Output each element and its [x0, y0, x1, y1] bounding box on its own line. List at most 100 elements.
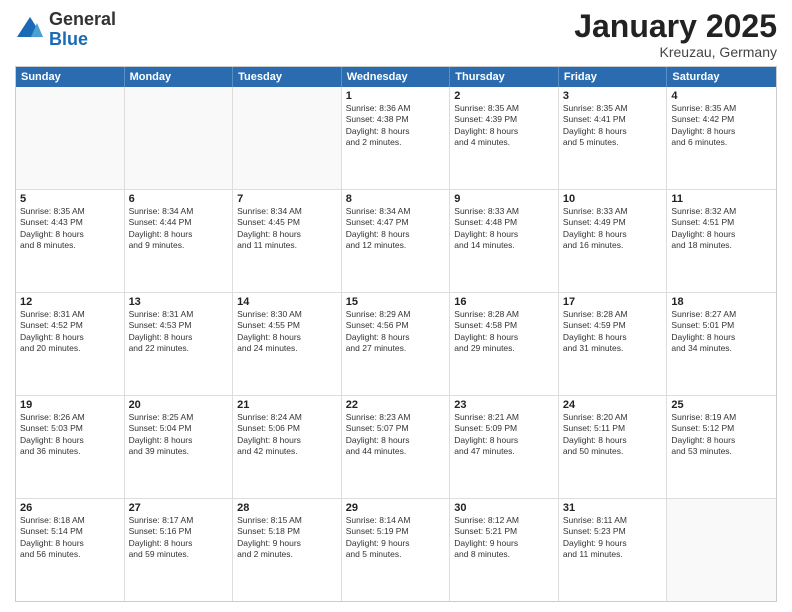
day-number: 2	[454, 90, 554, 102]
cell-content: Sunrise: 8:35 AM Sunset: 4:42 PM Dayligh…	[671, 103, 772, 149]
day-number: 1	[346, 90, 446, 102]
cell-content: Sunrise: 8:31 AM Sunset: 4:53 PM Dayligh…	[129, 309, 229, 355]
day-number: 6	[129, 193, 229, 205]
day-number: 8	[346, 193, 446, 205]
cal-cell: 18Sunrise: 8:27 AM Sunset: 5:01 PM Dayli…	[667, 293, 776, 395]
day-number: 4	[671, 90, 772, 102]
cal-cell: 10Sunrise: 8:33 AM Sunset: 4:49 PM Dayli…	[559, 190, 668, 292]
cell-content: Sunrise: 8:25 AM Sunset: 5:04 PM Dayligh…	[129, 412, 229, 458]
logo-icon	[15, 15, 45, 45]
cal-cell: 29Sunrise: 8:14 AM Sunset: 5:19 PM Dayli…	[342, 499, 451, 601]
cal-cell: 3Sunrise: 8:35 AM Sunset: 4:41 PM Daylig…	[559, 87, 668, 189]
header-day-thursday: Thursday	[450, 67, 559, 87]
cal-cell: 27Sunrise: 8:17 AM Sunset: 5:16 PM Dayli…	[125, 499, 234, 601]
cal-cell: 23Sunrise: 8:21 AM Sunset: 5:09 PM Dayli…	[450, 396, 559, 498]
cell-content: Sunrise: 8:14 AM Sunset: 5:19 PM Dayligh…	[346, 515, 446, 561]
cal-cell: 19Sunrise: 8:26 AM Sunset: 5:03 PM Dayli…	[16, 396, 125, 498]
day-number: 14	[237, 296, 337, 308]
cal-cell: 14Sunrise: 8:30 AM Sunset: 4:55 PM Dayli…	[233, 293, 342, 395]
cell-content: Sunrise: 8:18 AM Sunset: 5:14 PM Dayligh…	[20, 515, 120, 561]
title-block: January 2025 Kreuzau, Germany	[574, 10, 777, 60]
cell-content: Sunrise: 8:15 AM Sunset: 5:18 PM Dayligh…	[237, 515, 337, 561]
day-number: 25	[671, 399, 772, 411]
calendar-body: 1Sunrise: 8:36 AM Sunset: 4:38 PM Daylig…	[16, 87, 776, 601]
cell-content: Sunrise: 8:20 AM Sunset: 5:11 PM Dayligh…	[563, 412, 663, 458]
day-number: 9	[454, 193, 554, 205]
cell-content: Sunrise: 8:32 AM Sunset: 4:51 PM Dayligh…	[671, 206, 772, 252]
cell-content: Sunrise: 8:28 AM Sunset: 4:58 PM Dayligh…	[454, 309, 554, 355]
calendar: SundayMondayTuesdayWednesdayThursdayFrid…	[15, 66, 777, 602]
cell-content: Sunrise: 8:26 AM Sunset: 5:03 PM Dayligh…	[20, 412, 120, 458]
day-number: 7	[237, 193, 337, 205]
day-number: 10	[563, 193, 663, 205]
cell-content: Sunrise: 8:34 AM Sunset: 4:47 PM Dayligh…	[346, 206, 446, 252]
cell-content: Sunrise: 8:24 AM Sunset: 5:06 PM Dayligh…	[237, 412, 337, 458]
cell-content: Sunrise: 8:35 AM Sunset: 4:41 PM Dayligh…	[563, 103, 663, 149]
cell-content: Sunrise: 8:31 AM Sunset: 4:52 PM Dayligh…	[20, 309, 120, 355]
cell-content: Sunrise: 8:28 AM Sunset: 4:59 PM Dayligh…	[563, 309, 663, 355]
cell-content: Sunrise: 8:33 AM Sunset: 4:49 PM Dayligh…	[563, 206, 663, 252]
header: General Blue January 2025 Kreuzau, Germa…	[15, 10, 777, 60]
day-number: 20	[129, 399, 229, 411]
header-day-sunday: Sunday	[16, 67, 125, 87]
cal-cell: 21Sunrise: 8:24 AM Sunset: 5:06 PM Dayli…	[233, 396, 342, 498]
day-number: 13	[129, 296, 229, 308]
cell-content: Sunrise: 8:19 AM Sunset: 5:12 PM Dayligh…	[671, 412, 772, 458]
day-number: 31	[563, 502, 663, 514]
header-day-monday: Monday	[125, 67, 234, 87]
cal-cell	[125, 87, 234, 189]
cell-content: Sunrise: 8:36 AM Sunset: 4:38 PM Dayligh…	[346, 103, 446, 149]
cal-cell	[16, 87, 125, 189]
day-number: 28	[237, 502, 337, 514]
cal-cell: 2Sunrise: 8:35 AM Sunset: 4:39 PM Daylig…	[450, 87, 559, 189]
day-number: 30	[454, 502, 554, 514]
day-number: 23	[454, 399, 554, 411]
cal-cell: 24Sunrise: 8:20 AM Sunset: 5:11 PM Dayli…	[559, 396, 668, 498]
cell-content: Sunrise: 8:11 AM Sunset: 5:23 PM Dayligh…	[563, 515, 663, 561]
day-number: 3	[563, 90, 663, 102]
cal-cell: 7Sunrise: 8:34 AM Sunset: 4:45 PM Daylig…	[233, 190, 342, 292]
week-row-0: 1Sunrise: 8:36 AM Sunset: 4:38 PM Daylig…	[16, 87, 776, 190]
day-number: 5	[20, 193, 120, 205]
header-day-friday: Friday	[559, 67, 668, 87]
cal-cell: 1Sunrise: 8:36 AM Sunset: 4:38 PM Daylig…	[342, 87, 451, 189]
logo-text: General Blue	[49, 10, 116, 50]
cell-content: Sunrise: 8:35 AM Sunset: 4:43 PM Dayligh…	[20, 206, 120, 252]
page: General Blue January 2025 Kreuzau, Germa…	[0, 0, 792, 612]
day-number: 15	[346, 296, 446, 308]
cal-cell: 8Sunrise: 8:34 AM Sunset: 4:47 PM Daylig…	[342, 190, 451, 292]
logo-blue: Blue	[49, 29, 88, 49]
cal-cell: 5Sunrise: 8:35 AM Sunset: 4:43 PM Daylig…	[16, 190, 125, 292]
cal-cell: 6Sunrise: 8:34 AM Sunset: 4:44 PM Daylig…	[125, 190, 234, 292]
cell-content: Sunrise: 8:29 AM Sunset: 4:56 PM Dayligh…	[346, 309, 446, 355]
cell-content: Sunrise: 8:30 AM Sunset: 4:55 PM Dayligh…	[237, 309, 337, 355]
cal-cell	[233, 87, 342, 189]
day-number: 19	[20, 399, 120, 411]
cal-cell: 22Sunrise: 8:23 AM Sunset: 5:07 PM Dayli…	[342, 396, 451, 498]
cal-cell: 26Sunrise: 8:18 AM Sunset: 5:14 PM Dayli…	[16, 499, 125, 601]
day-number: 29	[346, 502, 446, 514]
cal-cell: 30Sunrise: 8:12 AM Sunset: 5:21 PM Dayli…	[450, 499, 559, 601]
calendar-header: SundayMondayTuesdayWednesdayThursdayFrid…	[16, 67, 776, 87]
cal-cell: 15Sunrise: 8:29 AM Sunset: 4:56 PM Dayli…	[342, 293, 451, 395]
cell-content: Sunrise: 8:35 AM Sunset: 4:39 PM Dayligh…	[454, 103, 554, 149]
subtitle: Kreuzau, Germany	[574, 44, 777, 60]
day-number: 24	[563, 399, 663, 411]
logo: General Blue	[15, 10, 116, 50]
cal-cell: 11Sunrise: 8:32 AM Sunset: 4:51 PM Dayli…	[667, 190, 776, 292]
logo-general: General	[49, 9, 116, 29]
cell-content: Sunrise: 8:33 AM Sunset: 4:48 PM Dayligh…	[454, 206, 554, 252]
cal-cell: 17Sunrise: 8:28 AM Sunset: 4:59 PM Dayli…	[559, 293, 668, 395]
cal-cell: 31Sunrise: 8:11 AM Sunset: 5:23 PM Dayli…	[559, 499, 668, 601]
cell-content: Sunrise: 8:21 AM Sunset: 5:09 PM Dayligh…	[454, 412, 554, 458]
cell-content: Sunrise: 8:27 AM Sunset: 5:01 PM Dayligh…	[671, 309, 772, 355]
day-number: 21	[237, 399, 337, 411]
cal-cell: 13Sunrise: 8:31 AM Sunset: 4:53 PM Dayli…	[125, 293, 234, 395]
cal-cell	[667, 499, 776, 601]
header-day-saturday: Saturday	[667, 67, 776, 87]
header-day-tuesday: Tuesday	[233, 67, 342, 87]
day-number: 18	[671, 296, 772, 308]
week-row-1: 5Sunrise: 8:35 AM Sunset: 4:43 PM Daylig…	[16, 190, 776, 293]
cal-cell: 28Sunrise: 8:15 AM Sunset: 5:18 PM Dayli…	[233, 499, 342, 601]
month-title: January 2025	[574, 10, 777, 42]
